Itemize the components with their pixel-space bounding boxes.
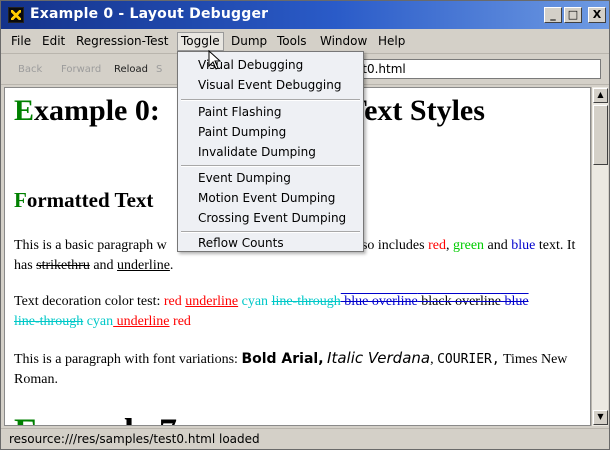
menu-regression-test[interactable]: Regression-Test: [76, 34, 169, 48]
menu-edit[interactable]: Edit: [42, 34, 65, 48]
p1-comma: ,: [445, 238, 453, 253]
app-window: Example 0 - Layout Debugger _ □ X File E…: [0, 0, 610, 450]
p1-start: This is a basic paragraph w: [14, 238, 167, 253]
menu-item-crossing-event-dumping[interactable]: Crossing Event Dumping: [198, 211, 346, 225]
p1-strikethru: strikethru: [36, 258, 90, 273]
url-input[interactable]: st0.html: [333, 59, 601, 79]
section-capital: F: [14, 188, 27, 212]
window-title: Example 0 - Layout Debugger: [30, 6, 269, 22]
p3-label: This is a paragraph with font variations…: [14, 352, 242, 367]
p2-red: red: [163, 294, 186, 309]
menu-item-invalidate-dumping[interactable]: Invalidate Dumping: [198, 145, 316, 159]
p2-blue-overline: blue overline: [340, 294, 418, 309]
minimize-button[interactable]: _: [544, 7, 562, 23]
p1-and: and: [484, 238, 512, 253]
p2-label: Text decoration color test:: [14, 294, 164, 309]
section-heading: Formatted Text: [14, 188, 153, 213]
p2-blue: blue: [500, 294, 529, 309]
p1-green: green: [452, 238, 485, 253]
paragraph-decoration-colors: Text decoration color test: red underlin…: [14, 292, 584, 332]
scroll-thumb[interactable]: [593, 105, 608, 165]
menu-window[interactable]: Window: [320, 34, 367, 48]
app-icon: [8, 7, 24, 23]
maximize-button[interactable]: □: [564, 7, 582, 23]
vertical-scrollbar[interactable]: ▲ ▼: [591, 87, 608, 426]
mouse-pointer-icon: [208, 50, 222, 70]
menu-item-visual-event-debugging[interactable]: Visual Event Debugging: [198, 78, 341, 92]
menu-item-reflow-counts[interactable]: Reflow Counts: [198, 236, 284, 250]
menu-toggle[interactable]: Toggle: [177, 32, 224, 51]
p2-cyan-strike-2: line-through: [14, 314, 84, 329]
next-heading-capital: E: [14, 411, 38, 425]
section-title: ormatted Text: [26, 188, 154, 212]
p1-red: red: [428, 238, 446, 253]
heading-left: xample 0:: [34, 94, 160, 127]
toggle-menu-dropdown: Visual Debugging Visual Event Debugging …: [177, 51, 364, 252]
p2-cyan-2: cyan: [83, 314, 114, 329]
menu-dump[interactable]: Dump: [231, 34, 267, 48]
menu-item-motion-event-dumping[interactable]: Motion Event Dumping: [198, 191, 335, 205]
p3-italic-verdana: Italic Verdana: [327, 349, 431, 367]
p3-courier: COURIER,: [437, 352, 500, 367]
menu-item-paint-flashing[interactable]: Paint Flashing: [198, 105, 282, 119]
close-button[interactable]: X: [588, 7, 606, 23]
next-heading-rest: xample 7: [38, 411, 177, 425]
status-text: resource:///res/samples/test0.html loade…: [9, 432, 260, 446]
p2-cyan-strike: line-through: [271, 294, 341, 309]
status-bar: resource:///res/samples/test0.html loade…: [1, 428, 609, 449]
heading-right: Text Styles: [346, 94, 485, 127]
reload-button[interactable]: Reload: [114, 64, 148, 75]
back-button[interactable]: Back: [18, 64, 42, 75]
menu-help[interactable]: Help: [378, 34, 405, 48]
menu-item-paint-dumping[interactable]: Paint Dumping: [198, 125, 286, 139]
p1-and2: and: [89, 258, 118, 273]
menu-file[interactable]: File: [11, 34, 31, 48]
p1-blue: blue: [511, 238, 536, 253]
title-bar[interactable]: Example 0 - Layout Debugger _ □ X: [1, 1, 609, 29]
stop-button[interactable]: S: [156, 64, 162, 75]
scroll-down-arrow-icon[interactable]: ▼: [593, 410, 608, 425]
p1-end: .: [169, 258, 174, 273]
heading-capital: E: [14, 94, 35, 127]
p2-red-underline: underline: [185, 294, 239, 309]
p2-red-2: red: [169, 314, 191, 329]
menu-tools[interactable]: Tools: [277, 34, 307, 48]
menu-separator: [181, 99, 360, 101]
menu-separator: [181, 231, 360, 233]
scroll-up-arrow-icon[interactable]: ▲: [593, 88, 608, 103]
p1-underline: underline: [117, 258, 170, 273]
p2-black-overline: black overline: [417, 294, 501, 309]
menu-separator: [181, 165, 360, 167]
paragraph-font-variations: This is a paragraph with font variations…: [14, 348, 584, 390]
forward-button[interactable]: Forward: [61, 64, 101, 75]
next-heading: Example 7: [14, 410, 177, 425]
p2-red-underline-2: underline: [113, 314, 170, 329]
p3-comma: ,: [430, 352, 434, 367]
p3-bold-arial: Bold Arial,: [241, 351, 324, 367]
menu-item-event-dumping[interactable]: Event Dumping: [198, 171, 291, 185]
p2-cyan: cyan: [238, 294, 272, 309]
